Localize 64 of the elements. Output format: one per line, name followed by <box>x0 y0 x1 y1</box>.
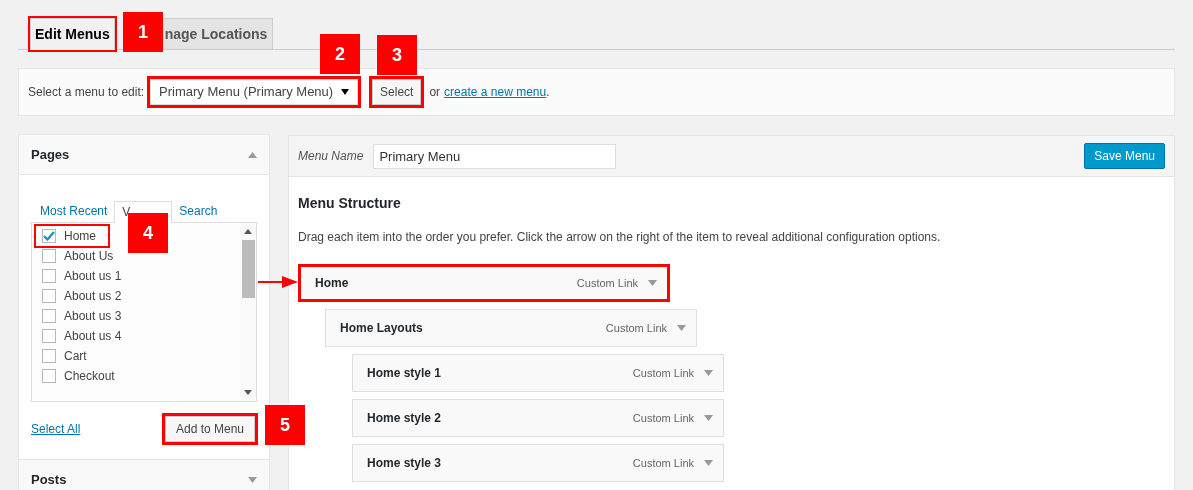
select-menu-label: Select a menu to edit: <box>28 84 145 101</box>
tab[interactable]: Edit Menus <box>30 18 115 50</box>
menu-item-type: Custom Link <box>605 320 667 336</box>
step-number-badge: 4 <box>128 213 168 253</box>
period-text: . <box>546 84 550 101</box>
page-option[interactable]: About us 2 <box>36 286 134 306</box>
panel-tab[interactable]: Most Recent <box>39 200 109 222</box>
page-option[interactable]: About us 3 <box>36 306 134 326</box>
section-heading: Menu Structure <box>298 194 402 213</box>
step-number-badge: 3 <box>377 35 417 75</box>
toggle-arrow-icon[interactable] <box>248 151 257 158</box>
menu-name-field[interactable]: Primary Menu <box>373 143 617 169</box>
scroll-down-icon[interactable] <box>244 390 252 395</box>
page-option[interactable]: Checkout <box>36 366 127 386</box>
panel-tab[interactable]: Search <box>178 200 219 222</box>
checkbox[interactable] <box>42 309 56 323</box>
menu-item-type: Custom Link <box>632 365 694 381</box>
step-number-badge: 5 <box>265 405 305 445</box>
checkbox[interactable] <box>42 369 56 383</box>
menu-item-title: Home Layouts <box>340 320 423 337</box>
section-header[interactable]: Pages <box>19 135 269 175</box>
menu-item-title: Home style 3 <box>367 455 442 472</box>
checkbox[interactable] <box>42 269 56 283</box>
step-number-badge: 1 <box>123 12 163 52</box>
checkbox[interactable] <box>42 229 56 243</box>
checkbox[interactable] <box>42 329 56 343</box>
expand-arrow-icon[interactable] <box>648 280 657 286</box>
menu-item-title: Home style 2 <box>367 410 442 427</box>
checkbox[interactable] <box>42 289 56 303</box>
step-number-badge: 2 <box>320 34 360 74</box>
add-to-menu-button[interactable]: Add to Menu <box>164 416 255 442</box>
checkmark-icon <box>43 231 55 241</box>
scroll-up-icon[interactable] <box>244 229 252 234</box>
instructions-text: Drag each item into the order you prefer. Click the arrow on the right of the item to reveal additional configuration options. <box>298 229 942 246</box>
select-all-link[interactable]: Select All <box>31 420 81 438</box>
menu-item[interactable]: Home Custom Link <box>298 264 670 302</box>
page-option[interactable]: Cart <box>36 346 99 366</box>
menu-item[interactable]: Home Layouts Custom Link <box>325 309 697 347</box>
or-text: or <box>429 84 441 101</box>
section-header[interactable]: Posts <box>19 460 269 490</box>
expand-arrow-icon[interactable] <box>704 460 713 466</box>
expand-arrow-icon[interactable] <box>704 370 713 376</box>
menu-item-title: Home style 1 <box>367 365 442 382</box>
checkbox[interactable] <box>42 249 56 263</box>
menu-item-title: Home <box>315 275 349 292</box>
menu-item[interactable]: Home style 2 Custom Link <box>352 399 724 437</box>
page-option[interactable]: About us 1 <box>36 266 134 286</box>
checkbox[interactable] <box>42 349 56 363</box>
menu-item[interactable]: Home style 1 Custom Link <box>352 354 724 392</box>
page-option[interactable]: About us 4 <box>36 326 134 346</box>
menu-dropdown[interactable]: Primary Menu (Primary Menu) <box>150 79 359 105</box>
menu-item[interactable]: Home style 3 Custom Link <box>352 444 724 482</box>
arrow-icon <box>258 276 298 288</box>
menu-item-type: Custom Link <box>576 275 638 291</box>
page-option[interactable]: About Us <box>36 246 126 266</box>
expand-arrow-icon[interactable] <box>704 415 713 421</box>
dropdown-caret-icon <box>341 89 350 95</box>
menu-item-type: Custom Link <box>632 410 694 426</box>
menu-item-type: Custom Link <box>632 455 694 471</box>
toggle-arrow-icon[interactable] <box>248 476 257 483</box>
expand-arrow-icon[interactable] <box>677 325 686 331</box>
page-option[interactable]: Home <box>36 226 108 246</box>
select-button[interactable]: Select <box>372 79 422 105</box>
menu-name-label: Menu Name <box>298 148 364 165</box>
